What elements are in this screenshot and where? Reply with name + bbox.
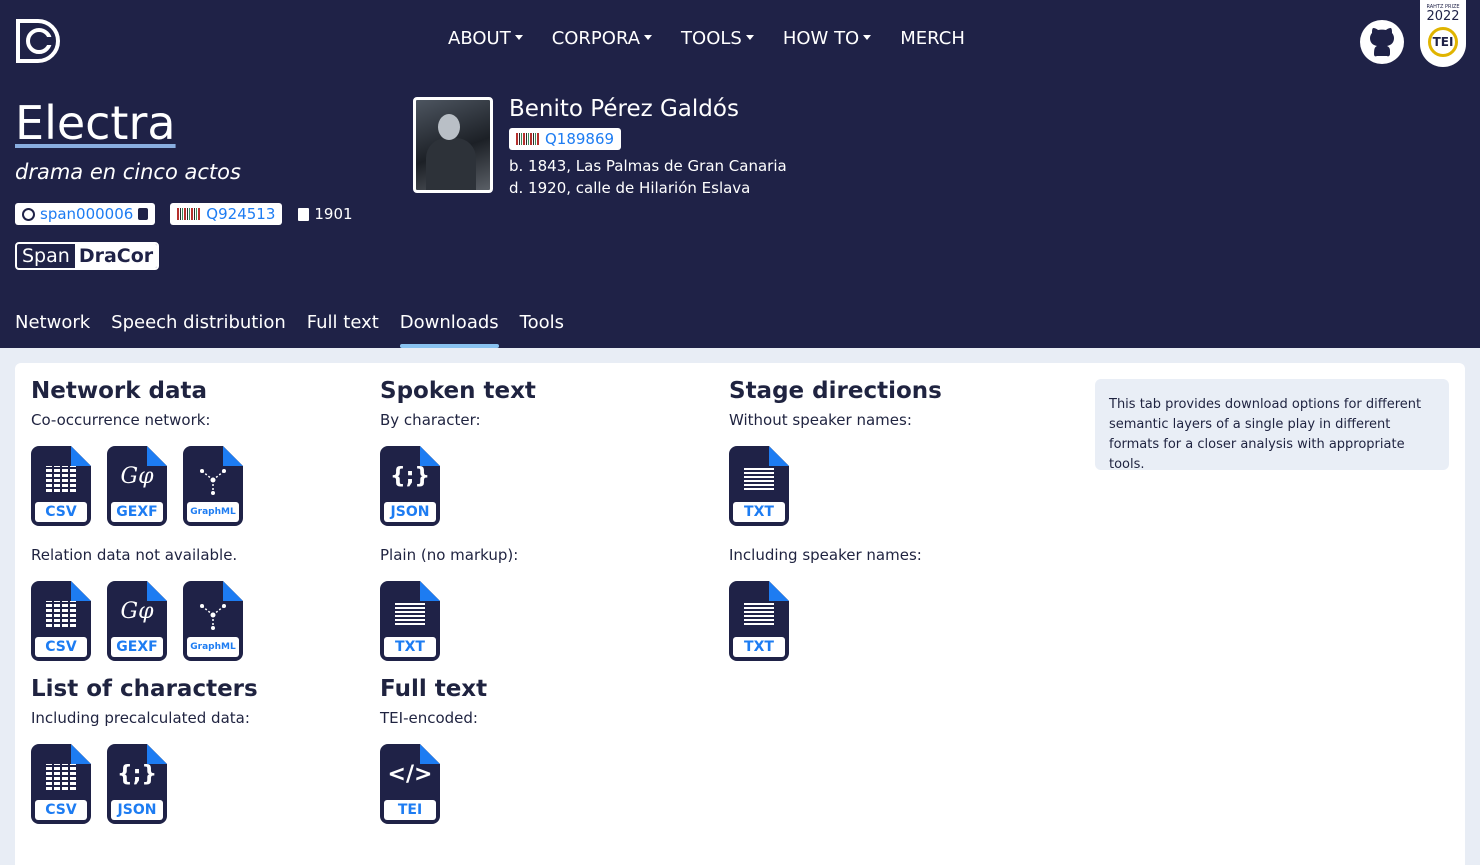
file-row: CSV Gφ GEXF GraphML [31,446,258,526]
nav-merch[interactable]: MERCH [900,28,965,49]
download-txt-button[interactable]: TXT [729,581,789,661]
github-icon[interactable] [1360,20,1404,64]
section-heading: List of characters [31,676,258,702]
text-icon [744,603,774,625]
text-icon [395,603,425,625]
main-nav: ABOUT CORPORA TOOLS HOW TO MERCH [448,28,965,49]
chevron-down-icon [514,35,523,40]
file-row: {;} JSON [380,446,536,526]
section-label: Including speaker names: [729,546,922,564]
file-row: TXT [380,581,536,661]
download-txt-button[interactable]: TXT [729,446,789,526]
download-gexf-button[interactable]: Gφ GEXF [107,446,167,526]
stage-section: Stage directions Without speaker names: … [729,377,942,661]
nav-about[interactable]: ABOUT [448,28,523,49]
tab-downloads[interactable]: Downloads [399,312,499,348]
download-gexf-button[interactable]: Gφ GEXF [107,581,167,661]
section-label: Without speaker names: [729,411,912,429]
tab-tools[interactable]: Tools [520,312,564,348]
wikidata-icon [177,208,202,220]
file-row: CSV {;} JSON [31,744,258,824]
play-year: 1901 [298,205,353,223]
download-tei-button[interactable]: </> TEI [380,744,440,824]
download-graphml-button[interactable]: GraphML [183,446,243,526]
tab-network[interactable]: Network [15,312,90,348]
download-csv-button[interactable]: CSV [31,744,91,824]
tei-logo-icon: TEI [1428,27,1458,57]
section-label: Relation data not available. [31,546,238,564]
gexf-icon: Gφ [120,464,154,489]
author-wikidata-badge[interactable]: Q189869 [509,128,622,150]
chevron-down-icon [863,35,872,40]
author-badges: Q189869 [509,128,622,150]
header: ABOUT CORPORA TOOLS HOW TO MERCH RAHTZ P… [0,0,1480,348]
download-csv-button[interactable]: CSV [31,581,91,661]
corpus-badge[interactable]: Span DraCor [15,242,160,270]
section-label: TEI-encoded: [380,709,478,727]
graph-icon [200,469,226,495]
play-tabs: Network Speech distribution Full text Do… [15,312,564,348]
graph-icon [200,604,226,630]
download-txt-button[interactable]: TXT [380,581,440,661]
section-heading: Spoken text [380,378,536,404]
json-icon: {;} [389,464,431,489]
section-label: Plain (no markup): [380,546,519,564]
file-row: CSV Gφ GEXF GraphML [31,581,258,661]
author-life: b. 1843, Las Palmas de Gran Canaria d. 1… [509,157,787,197]
chevron-down-icon [644,35,653,40]
wikidata-icon [516,133,540,145]
gexf-icon: Gφ [120,599,154,624]
code-icon: </> [387,762,433,787]
download-graphml-button[interactable]: GraphML [183,581,243,661]
play-subtitle: drama en cinco actos [15,160,241,184]
tei-prize-badge[interactable]: RAHTZ PRIZE 2022 TEI [1420,0,1466,67]
section-label: Co-occurrence network: [31,411,211,429]
section-label: Including precalculated data: [31,709,250,727]
file-row: TXT [729,446,942,526]
download-json-button[interactable]: {;} JSON [380,446,440,526]
file-row: TXT [729,581,942,661]
table-icon [46,466,76,492]
nav-corpora[interactable]: CORPORA [552,28,653,49]
section-heading: Network data [31,378,208,404]
play-title: Electra [15,96,176,150]
clipboard-icon[interactable] [138,208,149,220]
nav-tools[interactable]: TOOLS [681,28,754,49]
table-icon [46,764,76,790]
info-box: This tab provides download options for d… [1095,379,1449,472]
chevron-down-icon [745,35,754,40]
spoken-section: Spoken text By character: {;} JSON Plain … [380,377,536,824]
dracor-logo[interactable] [15,18,61,64]
play-wikidata-badge[interactable]: Q924513 [170,203,283,225]
author-name: Benito Pérez Galdós [509,96,739,122]
section-heading: Full text [380,676,488,702]
network-section: Network data Co-occurrence network: CSV … [31,377,258,824]
play-id-badge[interactable]: span000006 [15,203,156,225]
download-json-button[interactable]: {;} JSON [107,744,167,824]
section-label: By character: [380,411,481,429]
author-portrait [413,97,493,193]
file-row: </> TEI [380,744,536,824]
book-icon [298,207,310,221]
tab-speech-distribution[interactable]: Speech distribution [111,312,286,348]
download-csv-button[interactable]: CSV [31,446,91,526]
table-icon [46,601,76,627]
play-badges: span000006 Q924513 1901 [15,203,353,225]
dracor-icon [22,207,35,221]
downloads-panel: Network data Co-occurrence network: CSV … [15,363,1465,865]
text-icon [744,468,774,490]
tab-full-text[interactable]: Full text [307,312,379,348]
json-icon: {;} [116,762,158,787]
nav-how-to[interactable]: HOW TO [783,28,872,49]
section-heading: Stage directions [729,378,942,404]
